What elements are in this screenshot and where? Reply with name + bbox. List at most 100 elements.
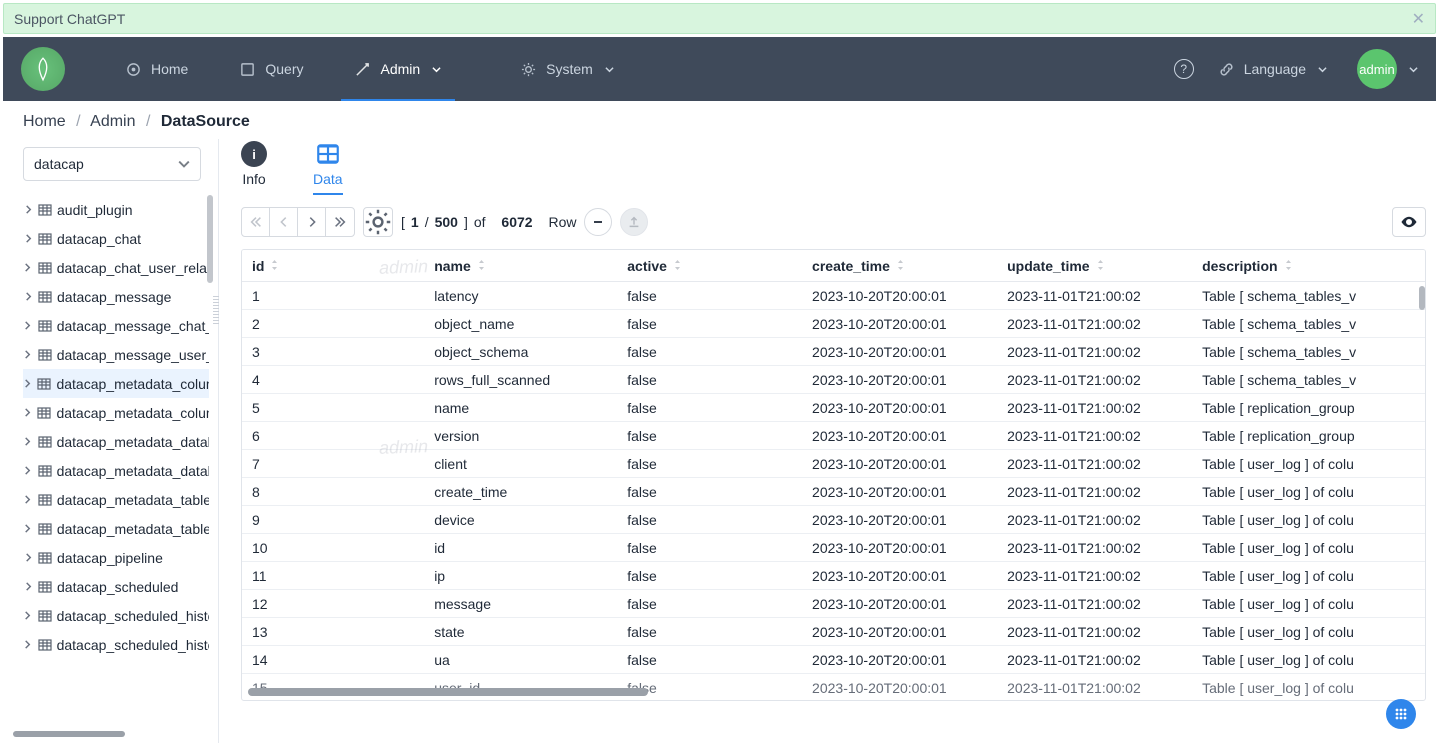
cell: object_schema xyxy=(424,338,617,366)
fab-apps[interactable] xyxy=(1386,699,1416,729)
cell: false xyxy=(617,590,802,618)
table-row[interactable]: 2object_namefalse2023-10-20T20:00:012023… xyxy=(242,310,1425,338)
table-icon xyxy=(38,522,52,536)
cell: Table [ user_log ] of colu xyxy=(1192,646,1425,674)
col-header-create_time[interactable]: create_time xyxy=(802,250,997,282)
nav-query[interactable]: Query xyxy=(226,53,317,85)
tree-item-label: datacap_scheduled_histo xyxy=(57,637,209,653)
crumb-home[interactable]: Home xyxy=(23,113,66,130)
tree-item[interactable]: datacap_scheduled_histo xyxy=(23,601,209,630)
user-menu[interactable]: admin xyxy=(1357,49,1418,89)
table-icon xyxy=(38,638,52,652)
last-page-button[interactable] xyxy=(326,208,354,236)
chevron-right-icon xyxy=(23,234,33,243)
upload-button[interactable] xyxy=(620,208,648,236)
tree-item[interactable]: datacap_metadata_colum xyxy=(23,369,209,398)
tree-item-label: datacap_pipeline xyxy=(57,550,163,566)
tree-item[interactable]: audit_plugin xyxy=(23,195,209,224)
table-icon xyxy=(38,261,52,275)
help-button[interactable]: ? xyxy=(1174,59,1194,79)
visible-columns-button[interactable] xyxy=(1392,207,1426,237)
cell: Table [ schema_tables_v xyxy=(1192,310,1425,338)
tree-item[interactable]: datacap_scheduled xyxy=(23,572,209,601)
nav-home[interactable]: Home xyxy=(112,53,202,85)
table-row[interactable]: 10idfalse2023-10-20T20:00:012023-11-01T2… xyxy=(242,534,1425,562)
tree-item-label: datacap_metadata_table xyxy=(57,492,209,508)
tab-info-label: Info xyxy=(242,171,265,187)
cell: false xyxy=(617,562,802,590)
table-row[interactable]: 3object_schemafalse2023-10-20T20:00:0120… xyxy=(242,338,1425,366)
col-header-active[interactable]: active xyxy=(617,250,802,282)
cell: Table [ schema_tables_v xyxy=(1192,366,1425,394)
tree-item[interactable]: datacap_message_chat_ xyxy=(23,311,209,340)
chevron-right-icon xyxy=(23,408,32,417)
avatar: admin xyxy=(1357,49,1397,89)
cell: 3 xyxy=(242,338,424,366)
tree-item[interactable]: datacap_chat_user_relati xyxy=(23,253,209,282)
cell: version xyxy=(424,422,617,450)
tree-item[interactable]: datacap_metadata_colum xyxy=(23,398,209,427)
logo[interactable] xyxy=(21,47,65,91)
table-row[interactable]: 11ipfalse2023-10-20T20:00:012023-11-01T2… xyxy=(242,562,1425,590)
tree-item[interactable]: datacap_metadata_datab xyxy=(23,456,209,485)
settings-button[interactable] xyxy=(363,207,393,237)
cell: rows_full_scanned xyxy=(424,366,617,394)
table-row[interactable]: 14uafalse2023-10-20T20:00:012023-11-01T2… xyxy=(242,646,1425,674)
table-row[interactable]: 13statefalse2023-10-20T20:00:012023-11-0… xyxy=(242,618,1425,646)
crumb-current: DataSource xyxy=(161,113,250,130)
sidebar: datacap audit_plugindatacap_chat datacap_… xyxy=(7,139,213,743)
home-icon xyxy=(126,62,141,77)
cell: ua xyxy=(424,646,617,674)
tree-item[interactable]: datacap_pipeline xyxy=(23,543,209,572)
table-row[interactable]: 4rows_full_scannedfalse2023-10-20T20:00:… xyxy=(242,366,1425,394)
crumb-admin[interactable]: Admin xyxy=(90,113,135,130)
table-row[interactable]: 9devicefalse2023-10-20T20:00:012023-11-0… xyxy=(242,506,1425,534)
cell: 2023-10-20T20:00:01 xyxy=(802,506,997,534)
tree-item[interactable]: datacap_metadata_table xyxy=(23,485,209,514)
table-hscroll[interactable] xyxy=(248,688,648,696)
chevron-right-icon xyxy=(23,611,33,620)
table-row[interactable]: 5namefalse2023-10-20T20:00:012023-11-01T… xyxy=(242,394,1425,422)
table-row[interactable]: 8create_timefalse2023-10-20T20:00:012023… xyxy=(242,478,1425,506)
nav-system[interactable]: System xyxy=(507,53,628,85)
nav-home-label: Home xyxy=(151,61,188,77)
cell: Table [ user_log ] of colu xyxy=(1192,590,1425,618)
first-page-button[interactable] xyxy=(242,208,270,236)
cell: 2023-10-20T20:00:01 xyxy=(802,450,997,478)
prev-page-button[interactable] xyxy=(270,208,298,236)
tree-item[interactable]: datacap_metadata_datab xyxy=(23,427,209,456)
cell: false xyxy=(617,618,802,646)
cell: false xyxy=(617,506,802,534)
tree-item[interactable]: datacap_message xyxy=(23,282,209,311)
tree-item[interactable]: datacap_metadata_table xyxy=(23,514,209,543)
tab-data[interactable]: Data xyxy=(313,141,343,195)
table-vscroll[interactable] xyxy=(1419,286,1425,310)
col-header-id[interactable]: id xyxy=(242,250,424,282)
cell: false xyxy=(617,450,802,478)
language-switch[interactable]: Language xyxy=(1219,61,1327,77)
col-header-description[interactable]: description xyxy=(1192,250,1425,282)
cell: false xyxy=(617,478,802,506)
datasource-select[interactable]: datacap xyxy=(23,147,201,181)
tab-info[interactable]: i Info xyxy=(241,141,267,195)
table-icon xyxy=(38,232,52,246)
tree-item-label: datacap_chat_user_relati xyxy=(57,260,209,276)
next-page-button[interactable] xyxy=(298,208,326,236)
cell: 2023-11-01T21:00:02 xyxy=(997,590,1192,618)
breadcrumb: Home / Admin / DataSource xyxy=(3,101,1436,139)
tree-item[interactable]: datacap_chat xyxy=(23,224,209,253)
close-icon[interactable]: ✕ xyxy=(1412,9,1425,29)
chevron-down-icon xyxy=(1409,61,1418,77)
table-row[interactable]: 6versionfalse2023-10-20T20:00:012023-11-… xyxy=(242,422,1425,450)
col-header-update_time[interactable]: update_time xyxy=(997,250,1192,282)
tree-item[interactable]: datacap_message_user_ xyxy=(23,340,209,369)
tree-item[interactable]: datacap_scheduled_histo xyxy=(23,630,209,659)
col-header-name[interactable]: name xyxy=(424,250,617,282)
table-row[interactable]: 1latencyfalse2023-10-20T20:00:012023-11-… xyxy=(242,282,1425,310)
tab-data-label: Data xyxy=(313,171,343,187)
table-row[interactable]: 7clientfalse2023-10-20T20:00:012023-11-0… xyxy=(242,450,1425,478)
table-row[interactable]: 12messagefalse2023-10-20T20:00:012023-11… xyxy=(242,590,1425,618)
chevron-right-icon xyxy=(23,553,33,562)
nav-admin[interactable]: Admin xyxy=(341,53,455,85)
minus-button[interactable] xyxy=(584,208,612,236)
